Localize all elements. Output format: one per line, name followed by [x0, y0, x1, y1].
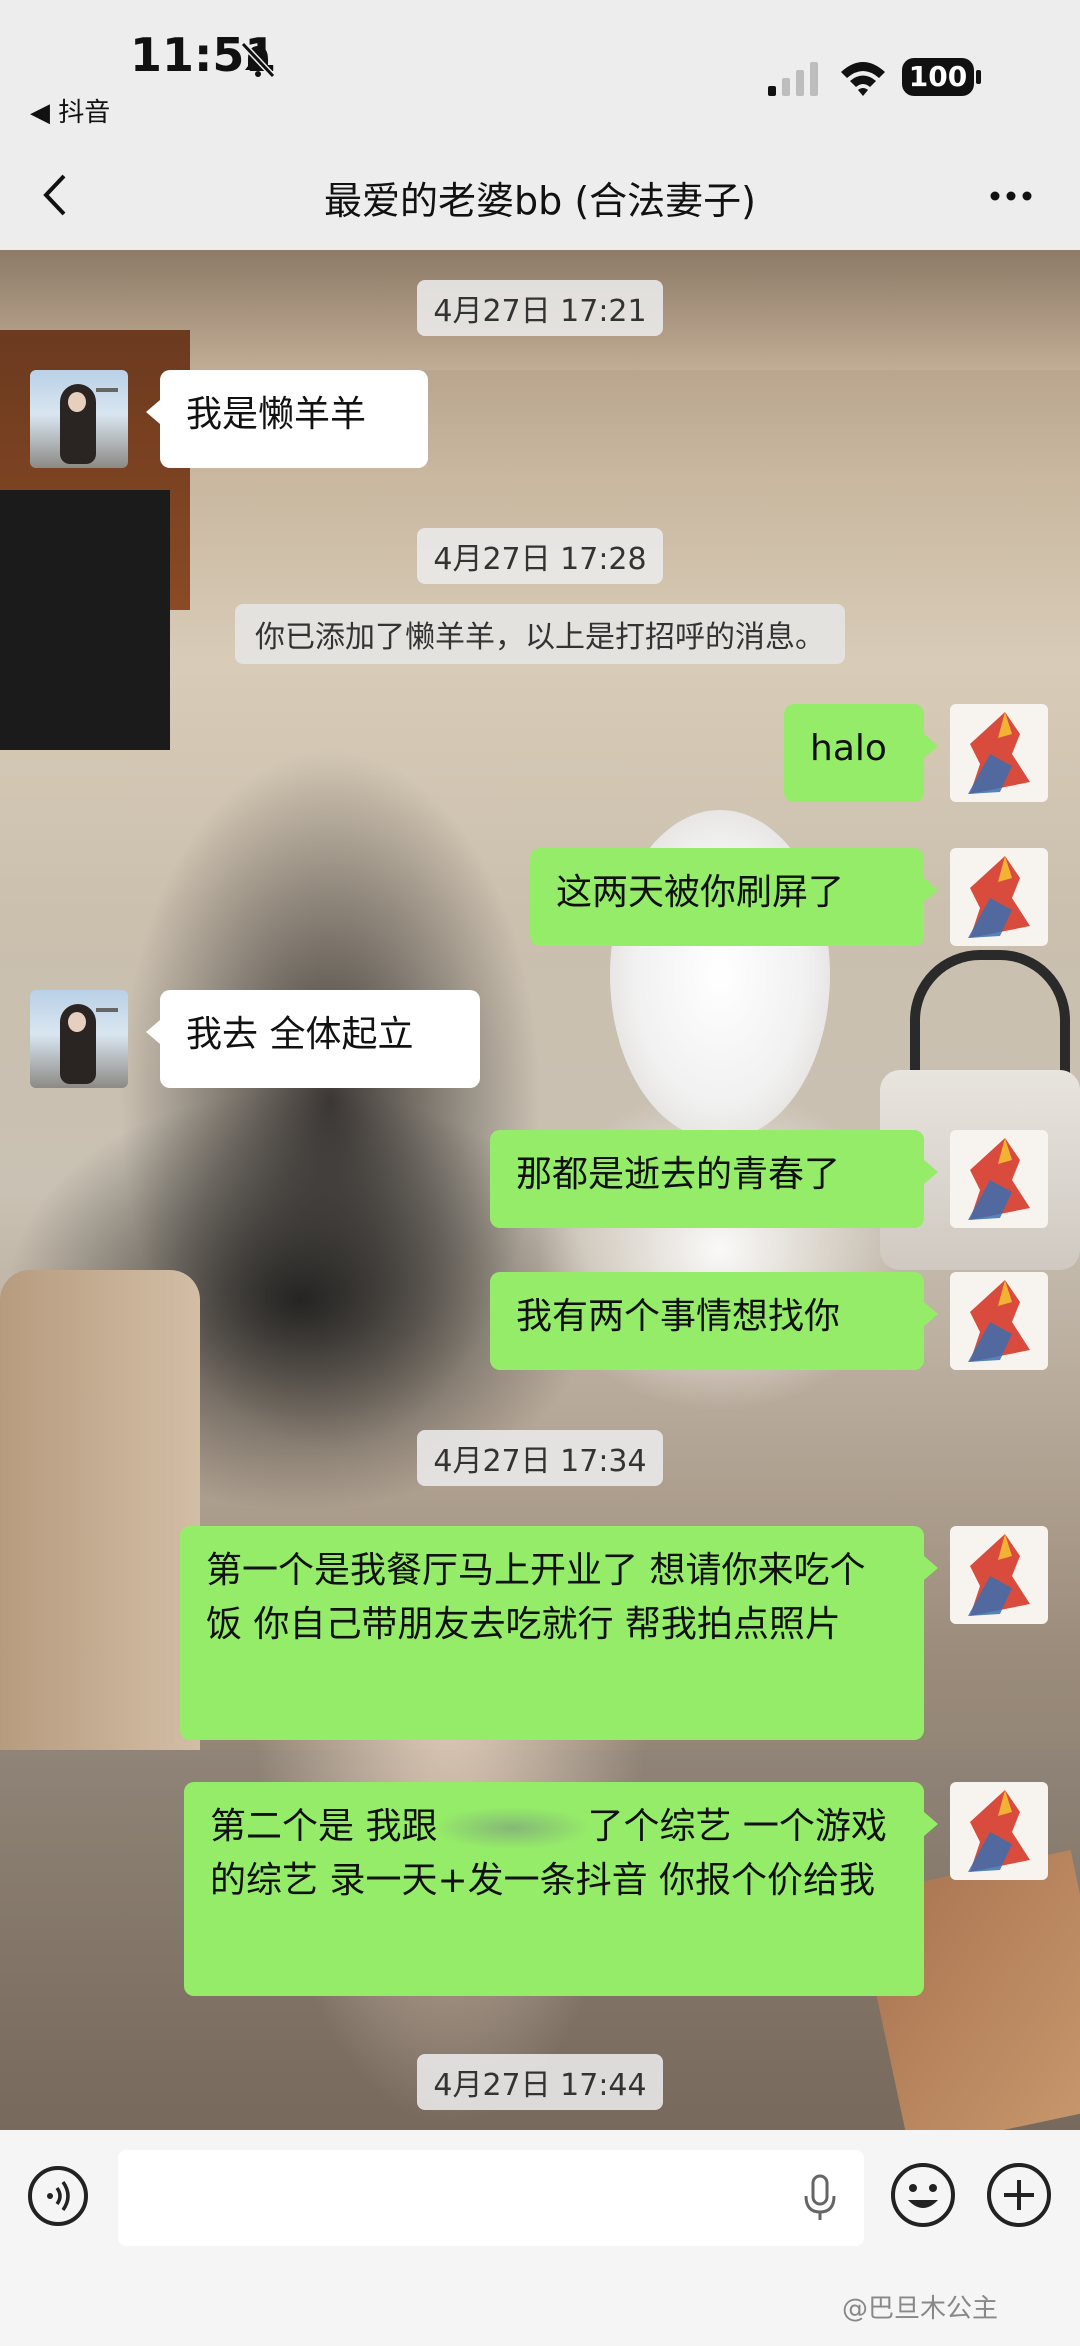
- battery-level: 100: [902, 58, 974, 96]
- incoming-message[interactable]: 我是懒羊羊: [146, 370, 428, 468]
- back-to-app-link[interactable]: ◀ 抖音: [30, 92, 110, 129]
- redacted-blur: [437, 1808, 588, 1848]
- outgoing-message[interactable]: 第一个是我餐厅马上开业了 想请你来吃个饭 你自己带朋友去吃就行 帮我拍点照片: [180, 1526, 938, 1740]
- voice-icon[interactable]: [26, 2164, 90, 2228]
- my-avatar[interactable]: [950, 848, 1048, 946]
- plus-icon[interactable]: [984, 2160, 1054, 2230]
- chat-area[interactable]: 4月27日 17:21 我是懒羊羊 4月27日 17:28 你已添加了懒羊羊，以…: [0, 250, 1080, 2130]
- outgoing-message[interactable]: 这两天被你刷屏了: [530, 848, 938, 946]
- wifi-icon: [841, 62, 885, 96]
- timestamp: 4月27日 17:28: [0, 528, 1080, 584]
- emoji-icon[interactable]: [888, 2160, 958, 2230]
- timestamp: 4月27日 17:34: [0, 1430, 1080, 1486]
- my-avatar[interactable]: [950, 1130, 1048, 1228]
- mic-icon[interactable]: [800, 2172, 840, 2224]
- battery-icon: 100: [902, 58, 982, 98]
- watermark: @巴旦木公主: [842, 2294, 999, 2324]
- message-input[interactable]: [118, 2150, 864, 2246]
- chat-header: 最爱的老婆bb (合法妻子): [0, 140, 1080, 250]
- background-seat: [0, 1270, 200, 1830]
- contact-avatar[interactable]: [30, 370, 128, 468]
- bell-muted-icon: [240, 41, 276, 79]
- system-message: 你已添加了懒羊羊，以上是打招呼的消息。: [0, 604, 1080, 664]
- signal-icon: [768, 62, 818, 96]
- incoming-message[interactable]: 我去 全体起立: [146, 990, 480, 1088]
- more-icon[interactable]: [986, 176, 1036, 216]
- message-text-part: 第二个是 我跟: [210, 1806, 438, 1847]
- my-avatar[interactable]: [950, 704, 1048, 802]
- my-avatar[interactable]: [950, 1272, 1048, 1370]
- my-avatar[interactable]: [950, 1526, 1048, 1624]
- outgoing-message[interactable]: 第二个是 我跟 了个综艺 一个游戏的综艺 录一天+发一条抖音 你报个价给我: [184, 1782, 938, 1996]
- outgoing-message[interactable]: 那都是逝去的青春了: [490, 1130, 938, 1228]
- outgoing-message[interactable]: 我有两个事情想找你: [490, 1272, 938, 1370]
- outgoing-message[interactable]: halo: [784, 704, 938, 802]
- timestamp: 4月27日 17:44: [0, 2054, 1080, 2110]
- contact-avatar[interactable]: [30, 990, 128, 1088]
- my-avatar[interactable]: [950, 1782, 1048, 1880]
- status-bar: 11:51 ◀ 抖音 100: [0, 0, 1080, 140]
- timestamp: 4月27日 17:21: [0, 280, 1080, 336]
- chat-title: 最爱的老婆bb (合法妻子): [324, 179, 756, 223]
